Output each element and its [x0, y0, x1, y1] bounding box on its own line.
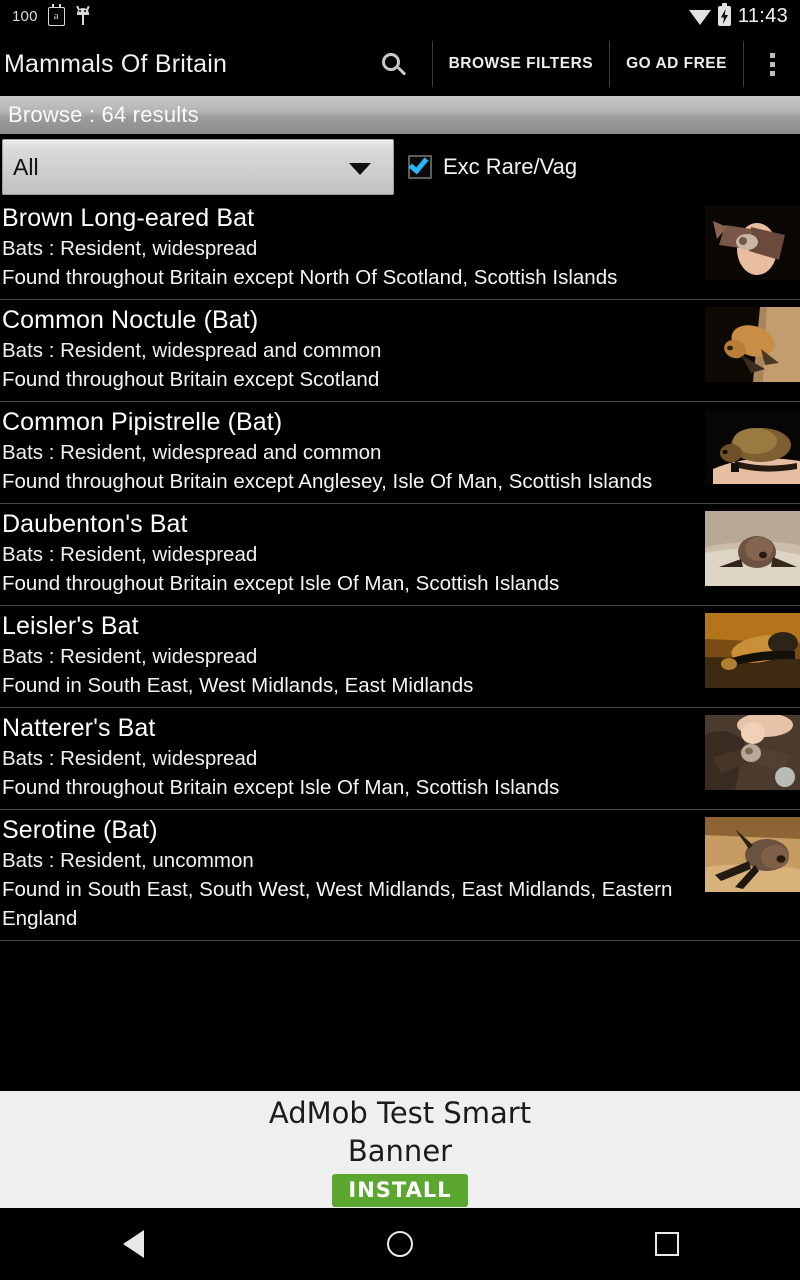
list-item[interactable]: Brown Long-eared Bat Bats : Resident, wi… [0, 198, 800, 300]
exclude-rare-label: Exc Rare/Vag [443, 154, 578, 179]
install-button[interactable]: INSTALL [332, 1174, 468, 1207]
species-meta: Bats : Resident, widespread [2, 645, 258, 668]
action-bar: Mammals Of Britain BROWSE FILTERS GO AD … [0, 32, 800, 96]
species-thumbnail[interactable] [705, 613, 800, 688]
species-distribution: Found throughout Britain except Scotland [2, 368, 380, 391]
species-thumbnail[interactable] [705, 817, 800, 892]
species-name: Serotine (Bat) [2, 816, 158, 844]
species-distribution: Found in South East, South West, West Mi… [2, 878, 673, 930]
nav-back-button[interactable] [73, 1208, 193, 1280]
action-bar-actions: BROWSE FILTERS GO AD FREE [356, 32, 800, 96]
calendar-a-icon: a [47, 4, 65, 26]
overflow-menu-icon [769, 52, 775, 58]
species-list[interactable]: Brown Long-eared Bat Bats : Resident, wi… [0, 198, 800, 941]
list-item[interactable]: Daubenton's Bat Bats : Resident, widespr… [0, 504, 800, 606]
android-debug-icon [75, 5, 91, 26]
category-spinner[interactable]: All [2, 139, 394, 195]
status-clock: 11:43 [737, 4, 788, 27]
browse-results-bar: Browse : 64 results [0, 96, 800, 136]
nav-recents-button[interactable] [607, 1208, 727, 1280]
list-item[interactable]: Common Pipistrelle (Bat) Bats : Resident… [0, 402, 800, 504]
wifi-icon [688, 9, 711, 25]
species-thumbnail[interactable] [705, 409, 800, 484]
status-number: 100 [12, 7, 38, 25]
species-thumbnail[interactable] [705, 205, 800, 280]
search-button[interactable] [356, 32, 432, 96]
status-bar-right: 11:43 [688, 3, 788, 28]
species-name: Brown Long-eared Bat [2, 204, 255, 232]
species-distribution: Found throughout Britain except Anglesey… [2, 470, 653, 493]
ad-headline-line1: AdMob Test Smart [268, 1096, 532, 1130]
list-item[interactable]: Serotine (Bat) Bats : Resident, uncommon… [0, 810, 800, 941]
species-name: Natterer's Bat [2, 714, 156, 742]
species-thumbnail[interactable] [705, 307, 800, 382]
chevron-down-icon [349, 163, 371, 175]
nav-home-button[interactable] [340, 1208, 460, 1280]
browse-filters-button[interactable]: BROWSE FILTERS [433, 32, 610, 96]
species-meta: Bats : Resident, widespread and common [2, 441, 382, 464]
overflow-menu-button[interactable] [744, 32, 800, 96]
app-title: Mammals Of Britain [4, 49, 228, 78]
species-meta: Bats : Resident, widespread [2, 237, 258, 260]
list-item[interactable]: Leisler's Bat Bats : Resident, widesprea… [0, 606, 800, 708]
category-spinner-value: All [13, 153, 39, 180]
list-item[interactable]: Common Noctule (Bat) Bats : Resident, wi… [0, 300, 800, 402]
ad-banner[interactable]: AdMob Test Smart Banner INSTALL [0, 1091, 800, 1208]
go-ad-free-button[interactable]: GO AD FREE [610, 32, 743, 96]
species-thumbnail[interactable] [705, 715, 800, 790]
species-meta: Bats : Resident, widespread [2, 543, 258, 566]
list-item[interactable]: Natterer's Bat Bats : Resident, widespre… [0, 708, 800, 810]
species-thumbnail[interactable] [705, 511, 800, 586]
status-bar: 100 a 11:43 [0, 0, 800, 32]
back-icon [122, 1230, 144, 1258]
status-bar-left: 100 a [12, 4, 91, 26]
species-distribution: Found throughout Britain except Isle Of … [2, 572, 560, 595]
exclude-rare-checkbox-wrap[interactable]: Exc Rare/Vag [408, 153, 578, 180]
species-name: Common Pipistrelle (Bat) [2, 408, 283, 436]
android-nav-bar [0, 1208, 800, 1280]
battery-charging-icon [717, 3, 731, 26]
species-name: Daubenton's Bat [2, 510, 188, 538]
species-meta: Bats : Resident, uncommon [2, 849, 254, 872]
recents-icon [654, 1232, 679, 1256]
species-distribution: Found throughout Britain except North Of… [2, 266, 618, 289]
search-icon [382, 52, 407, 77]
species-meta: Bats : Resident, widespread and common [2, 339, 382, 362]
filter-row: All Exc Rare/Vag [0, 136, 800, 198]
browse-results-label: Browse : 64 results [8, 102, 199, 127]
species-name: Common Noctule (Bat) [2, 306, 259, 334]
species-distribution: Found throughout Britain except Isle Of … [2, 776, 560, 799]
species-name: Leisler's Bat [2, 612, 139, 640]
home-icon [386, 1231, 413, 1257]
overflow-menu-icon [769, 61, 775, 67]
species-meta: Bats : Resident, widespread [2, 747, 258, 770]
ad-headline-line2: Banner [347, 1134, 453, 1168]
exclude-rare-checkbox[interactable] [408, 153, 432, 179]
checkmark-icon [408, 153, 429, 175]
overflow-menu-icon [769, 70, 775, 76]
species-distribution: Found in South East, West Midlands, East… [2, 674, 474, 697]
